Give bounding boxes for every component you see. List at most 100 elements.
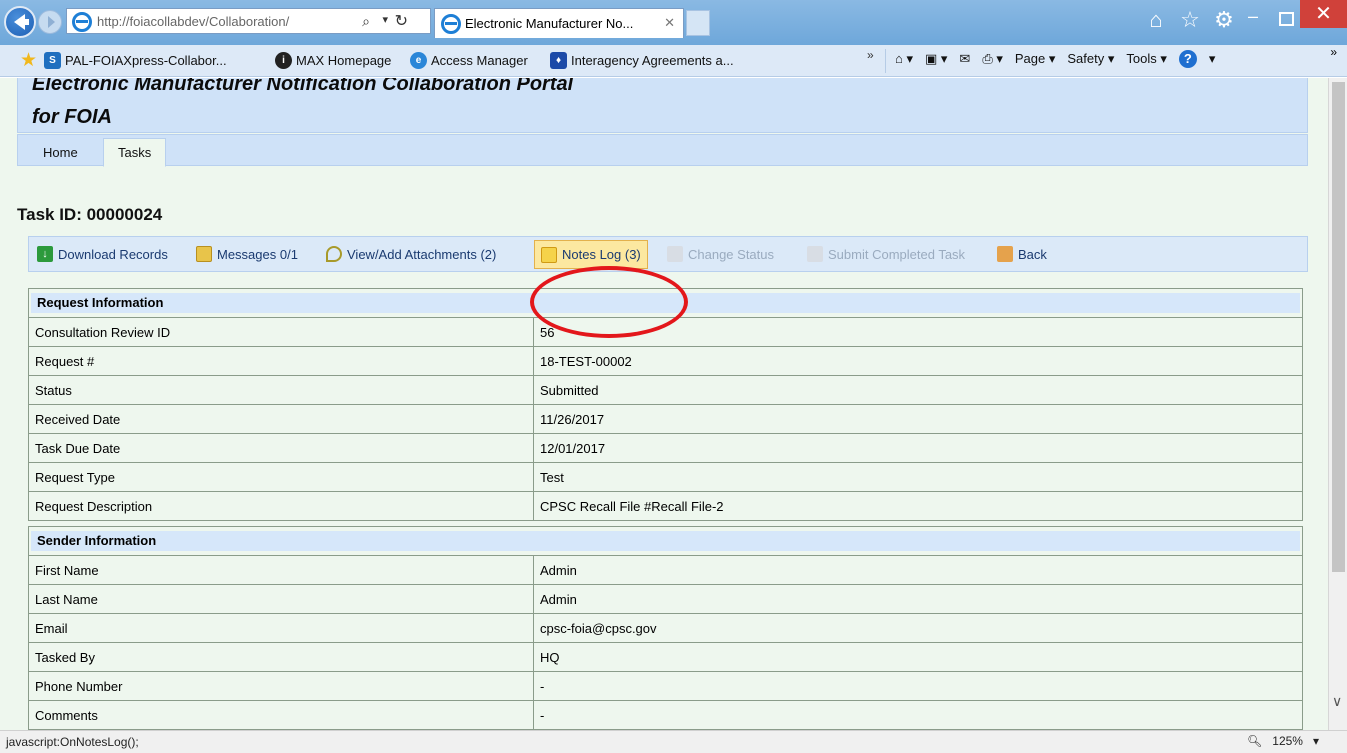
notes-log-label: Notes Log (3) [562, 247, 641, 262]
new-tab-button[interactable] [686, 10, 710, 36]
row-label: Tasked By [28, 642, 534, 672]
row-value: - [533, 671, 1303, 701]
site-header: Electronic Manufacturer Notification Col… [17, 78, 1308, 133]
fav-item-access-manager[interactable]: e Access Manager [410, 52, 528, 69]
rss-feed-icon[interactable]: ▣ ▾ [925, 51, 947, 67]
submit-completed-task-label: Submit Completed Task [828, 246, 966, 262]
close-tab-icon[interactable]: ✕ [664, 15, 675, 31]
back-button[interactable]: Back [997, 246, 1047, 262]
tools-menu-label: Tools [1126, 51, 1157, 66]
status-bar: javascript:OnNotesLog(); 🔍︎ 125% ▾ [0, 730, 1347, 753]
row-label: First Name [28, 555, 534, 585]
row-label: Phone Number [28, 671, 534, 701]
tools-menu[interactable]: Tools ▾ [1126, 51, 1167, 67]
row-value: 18-TEST-00002 [533, 346, 1303, 376]
gear-icon[interactable]: ⚙ [1211, 7, 1237, 33]
favorites-overflow-icon[interactable]: » [867, 48, 874, 62]
refresh-icon[interactable]: ↻ [395, 11, 408, 31]
task-toolbar: ↓ Download Records Messages 0/1 View/Add… [28, 236, 1308, 272]
commands-overflow-icon[interactable]: » [1330, 45, 1337, 59]
fav-item-label: Interagency Agreements a... [571, 53, 734, 68]
site-title: Electronic Manufacturer Notification Col… [32, 78, 732, 134]
browser-tab[interactable]: Electronic Manufacturer No... ✕ [434, 8, 684, 38]
zoom-control[interactable]: 🔍︎ 125% ▾ [1247, 734, 1319, 748]
row-label: Received Date [28, 404, 534, 434]
read-mail-icon[interactable]: ✉ [959, 51, 970, 67]
fav-item-label: MAX Homepage [296, 53, 392, 68]
nav-tab-home[interactable]: Home [28, 138, 93, 167]
address-url: http://foiacollabdev/Collaboration/ [97, 13, 290, 29]
zoom-icon: 🔍︎ [1247, 734, 1263, 748]
page-title: Task ID: 00000024 [17, 205, 163, 224]
minimize-icon[interactable]: – [1243, 7, 1263, 28]
change-status-label: Change Status [688, 246, 775, 262]
view-add-attachments-button[interactable]: View/Add Attachments (2) [326, 246, 496, 262]
home-command-icon[interactable]: ⌂ ▾ [895, 51, 913, 67]
download-records-label: Download Records [58, 246, 168, 262]
nav-tab-tasks[interactable]: Tasks [103, 138, 167, 167]
section-header-row: Request Information [28, 288, 1303, 318]
change-status-icon [667, 246, 683, 262]
sharepoint-icon: S [44, 52, 61, 69]
row-value: - [533, 700, 1303, 730]
row-label: Email [28, 613, 534, 643]
notes-log-button[interactable]: Notes Log (3) [534, 240, 648, 269]
fav-item-label: Access Manager [431, 53, 528, 68]
row-value: Admin [533, 584, 1303, 614]
status-text: javascript:OnNotesLog(); [6, 735, 139, 749]
home-icon[interactable]: ⌂ [1143, 7, 1169, 33]
add-favorites-star-icon[interactable]: ★ [20, 51, 37, 70]
vertical-scrollbar[interactable]: ∨ [1328, 78, 1347, 730]
browser-window: http://foiacollabdev/Collaboration/ ⌕ ▾ … [0, 0, 1347, 753]
chevron-down-icon[interactable]: ▾ [382, 13, 388, 26]
close-window-icon[interactable]: ✕ [1300, 0, 1347, 28]
page-menu[interactable]: Page ▾ [1015, 51, 1056, 67]
table-row: Request Type Test [28, 462, 1303, 492]
table-row: Task Due Date 12/01/2017 [28, 433, 1303, 463]
table-row: Request Description CPSC Recall File #Rec… [28, 491, 1303, 521]
browser-toolbar-icons: ⌂ ☆ ⚙ [1143, 7, 1237, 33]
envelope-icon [196, 246, 212, 262]
download-records-button[interactable]: ↓ Download Records [37, 246, 168, 262]
fav-item-max[interactable]: i MAX Homepage [275, 52, 391, 69]
scroll-down-arrow-icon[interactable]: ∨ [1332, 693, 1342, 710]
back-icon [997, 246, 1013, 262]
change-status-button[interactable]: Change Status [667, 246, 774, 262]
messages-label: Messages 0/1 [217, 246, 298, 262]
help-icon[interactable]: ? [1178, 50, 1197, 68]
table-row: Comments - [28, 700, 1303, 730]
search-icon[interactable]: ⌕ [362, 13, 370, 30]
restore-icon[interactable] [1275, 8, 1295, 28]
page-menu-label: Page [1014, 51, 1046, 66]
section-heading: Sender Information [31, 531, 1300, 551]
submit-task-icon [807, 246, 823, 262]
table-row: Phone Number - [28, 671, 1303, 701]
address-bar[interactable]: http://foiacollabdev/Collaboration/ ⌕ ▾ … [66, 8, 431, 34]
fav-item-pal[interactable]: S PAL-FOIAXpress-Collabor... [44, 52, 227, 69]
row-value: HQ [533, 642, 1303, 672]
scrollbar-thumb[interactable] [1332, 82, 1345, 572]
table-row: Received Date 11/26/2017 [28, 404, 1303, 434]
row-label: Request Type [28, 462, 534, 492]
forward-arrow-icon[interactable] [38, 10, 62, 34]
ie-page-icon [72, 12, 92, 32]
row-value: Admin [533, 555, 1303, 585]
zoom-dropdown-icon[interactable]: ▾ [1313, 734, 1319, 748]
row-label: Consultation Review ID [28, 317, 534, 347]
section-heading: Request Information [31, 293, 1300, 313]
messages-button[interactable]: Messages 0/1 [196, 246, 298, 262]
back-arrow-icon[interactable] [4, 6, 36, 38]
safety-menu[interactable]: Safety ▾ [1067, 51, 1114, 67]
row-label: Request # [28, 346, 534, 376]
site-title-line2: for FOIA [32, 106, 112, 128]
command-separator [885, 49, 886, 73]
row-value: cpsc-foia@cpsc.gov [533, 613, 1303, 643]
fav-item-label: PAL-FOIAXpress-Collabor... [65, 53, 227, 68]
submit-completed-task-button[interactable]: Submit Completed Task [807, 246, 965, 262]
favorites-star-icon[interactable]: ☆ [1177, 7, 1203, 33]
row-value: 12/01/2017 [533, 433, 1303, 463]
print-icon[interactable]: ⎙ ▾ [982, 51, 1003, 67]
help-dropdown-icon[interactable]: ▾ [1209, 51, 1216, 67]
back-label: Back [1018, 246, 1047, 262]
fav-item-interagency[interactable]: ♦ Interagency Agreements a... [550, 52, 734, 69]
